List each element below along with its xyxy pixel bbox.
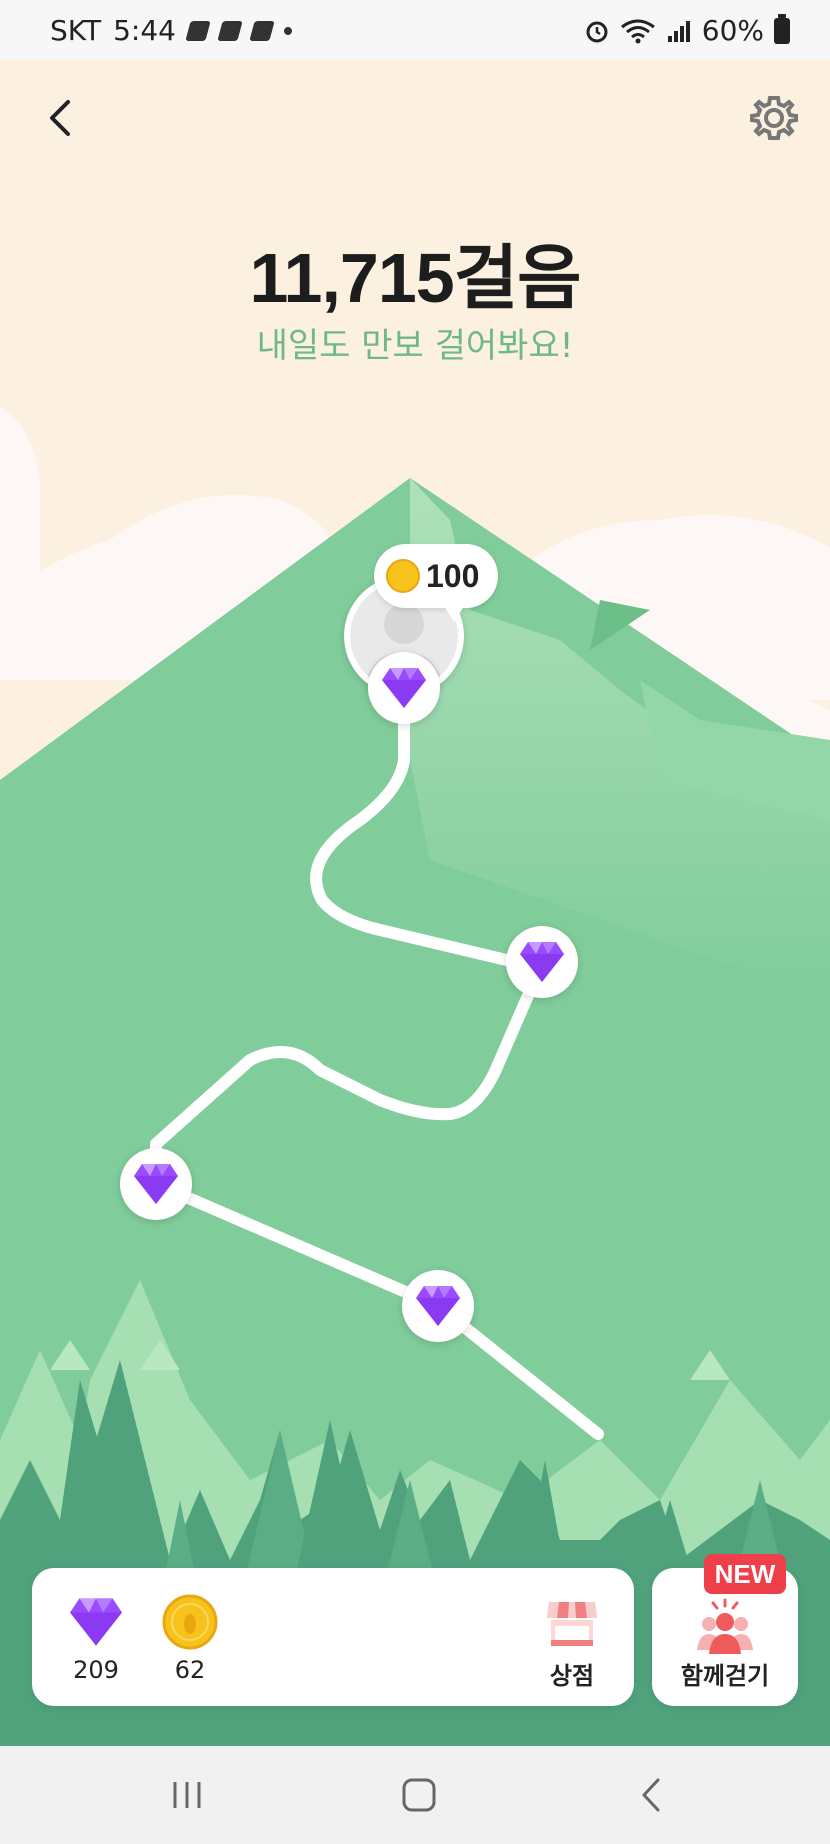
status-left: SKT 5:44 <box>50 14 292 47</box>
gem-node[interactable] <box>402 1270 474 1342</box>
battery-percent: 60% <box>701 14 764 47</box>
summit-reward-value: 100 <box>426 557 480 594</box>
new-badge: NEW <box>704 1554 786 1594</box>
diamond-icon <box>382 668 426 708</box>
wallet-panel: 209 62 상점 <box>32 1568 634 1706</box>
home-button[interactable] <box>389 1770 449 1820</box>
system-navigation-bar <box>0 1746 830 1844</box>
gem-count: 209 <box>73 1656 119 1684</box>
more-notifications-icon <box>283 26 292 35</box>
chevron-left-icon <box>50 100 70 136</box>
nav-back-button[interactable] <box>622 1770 682 1820</box>
diamond-icon <box>70 1598 122 1646</box>
shop-button[interactable]: 상점 <box>534 1568 610 1706</box>
status-bar: SKT 5:44 60% <box>0 0 830 60</box>
coin-icon <box>162 1594 218 1650</box>
battery-icon <box>774 13 790 44</box>
wifi-icon <box>620 19 655 43</box>
gem-node[interactable] <box>120 1148 192 1220</box>
walk-together-button[interactable]: NEW 함께걷기 <box>652 1554 798 1706</box>
notification-icon <box>217 20 243 41</box>
gem-node[interactable] <box>368 652 440 724</box>
diamond-icon <box>416 1286 460 1326</box>
walk-together-label: 함께걷기 <box>680 1662 770 1690</box>
gem-node[interactable] <box>506 926 578 998</box>
back-button[interactable] <box>34 88 84 148</box>
summit-reward[interactable]: 100 <box>374 544 498 622</box>
coin-icon <box>386 559 420 593</box>
notification-icon <box>249 20 275 41</box>
carrier-label: SKT <box>50 14 102 47</box>
coin-balance[interactable]: 62 <box>152 1568 228 1706</box>
recent-apps-icon <box>173 1782 201 1808</box>
encouragement-message: 내일도 만보 걸어봐요! <box>256 326 574 366</box>
clock: 5:44 <box>113 14 176 47</box>
back-icon <box>642 1778 660 1812</box>
diamond-icon <box>134 1164 178 1204</box>
notification-icon <box>185 20 211 41</box>
settings-button[interactable] <box>746 90 802 146</box>
alarm-icon <box>586 21 608 42</box>
status-right: 60% <box>584 13 790 47</box>
home-icon <box>402 1778 436 1812</box>
shop-label: 상점 <box>549 1662 595 1690</box>
shop-icon <box>547 1602 597 1646</box>
gem-balance[interactable]: 209 <box>58 1568 134 1706</box>
signal-icon <box>667 20 690 42</box>
recent-apps-button[interactable] <box>157 1770 217 1820</box>
gear-icon <box>750 96 798 140</box>
people-icon <box>697 1598 753 1654</box>
coin-count: 62 <box>174 1656 206 1684</box>
diamond-icon <box>520 942 564 982</box>
step-count: 11,715걸음 <box>249 239 581 317</box>
